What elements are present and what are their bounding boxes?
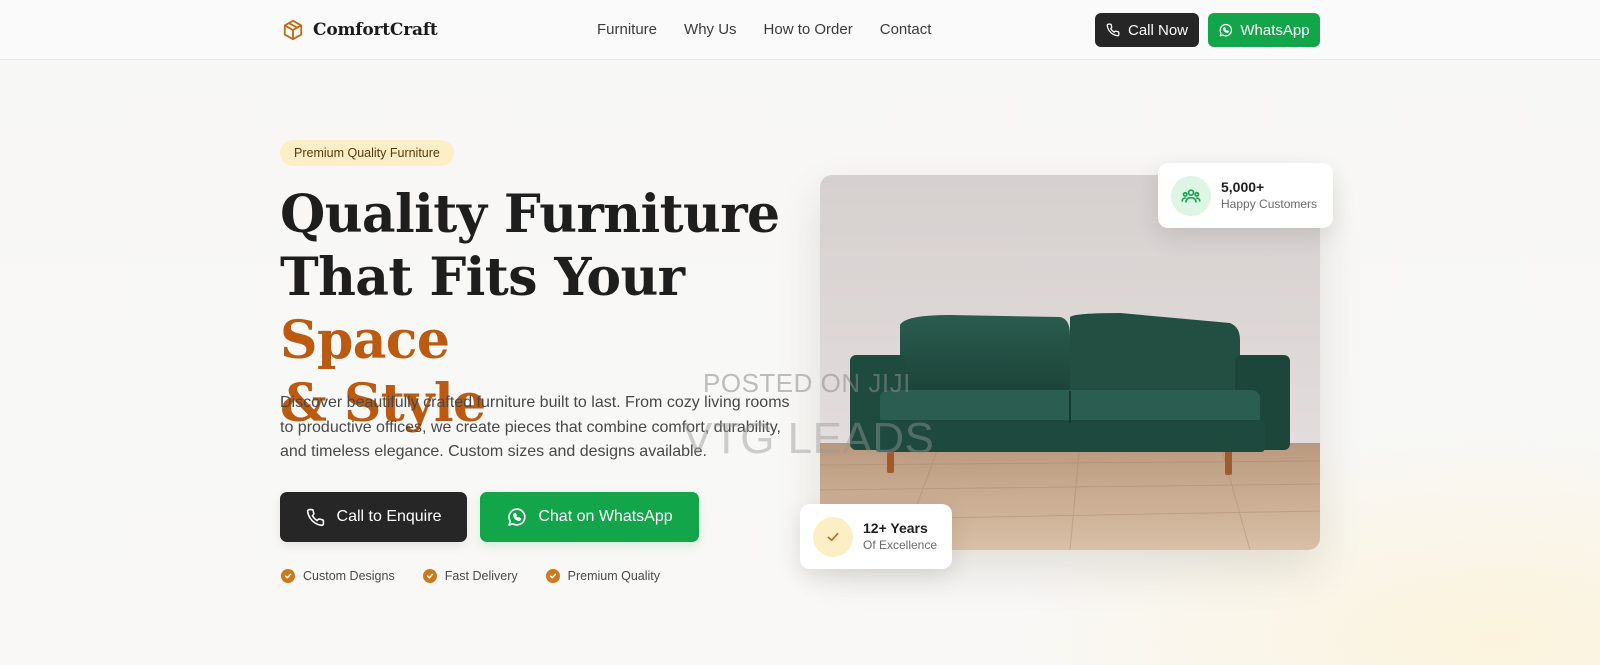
nav-link-contact[interactable]: Contact bbox=[880, 21, 932, 38]
brand-name: ComfortCraft bbox=[313, 20, 438, 40]
years-value: 12+ Years bbox=[863, 520, 928, 536]
whatsapp-nav-button[interactable]: WhatsApp bbox=[1208, 13, 1320, 47]
premium-badge: Premium Quality Furniture bbox=[280, 140, 454, 166]
feature-label: Custom Designs bbox=[303, 569, 395, 583]
call-now-label: Call Now bbox=[1127, 21, 1188, 39]
sofa-illustration bbox=[820, 175, 1320, 550]
happy-customers-card: 5,000+ Happy Customers bbox=[1158, 163, 1333, 228]
whatsapp-icon bbox=[508, 507, 526, 526]
nav-link-furniture[interactable]: Furniture bbox=[597, 21, 657, 38]
check-circle-icon bbox=[545, 569, 560, 583]
users-icon bbox=[1171, 175, 1211, 216]
feature-label: Premium Quality bbox=[567, 569, 661, 583]
years-text: 12+ Years Of Excellence bbox=[863, 519, 937, 554]
phone-icon bbox=[1106, 23, 1120, 37]
customers-value: 5,000+ bbox=[1221, 179, 1265, 195]
whatsapp-icon bbox=[1219, 23, 1233, 36]
headline-accent-space: Space bbox=[280, 310, 450, 371]
feature-list: Custom Designs Fast Delivery Premium Qua… bbox=[281, 569, 660, 583]
phone-icon bbox=[306, 508, 324, 526]
headline-line2: That Fits Your bbox=[280, 247, 685, 308]
headline-line1: Quality Furniture bbox=[280, 184, 780, 245]
feature-label: Fast Delivery bbox=[444, 569, 518, 583]
chat-on-whatsapp-button[interactable]: Chat on WhatsApp bbox=[480, 492, 699, 542]
nav-link-how-to-order[interactable]: How to Order bbox=[764, 21, 853, 38]
check-circle-icon bbox=[281, 569, 295, 583]
brand-logo[interactable]: ComfortCraft bbox=[282, 18, 438, 42]
nav-link-why-us[interactable]: Why Us bbox=[684, 21, 737, 38]
customers-label: Happy Customers bbox=[1221, 197, 1318, 211]
box-icon bbox=[283, 19, 303, 41]
top-navbar: ComfortCraft Furniture Why Us How to Ord… bbox=[0, 0, 1600, 60]
whatsapp-nav-label: WhatsApp bbox=[1240, 21, 1310, 39]
feature-custom-designs: Custom Designs bbox=[281, 569, 395, 583]
chat-on-whatsapp-label: Chat on WhatsApp bbox=[538, 508, 673, 525]
feature-fast-delivery: Fast Delivery bbox=[422, 569, 518, 583]
hero-description: Discover beautifully crafted furniture b… bbox=[280, 394, 790, 460]
call-to-enquire-button[interactable]: Call to Enquire bbox=[280, 492, 467, 542]
sofa-hero-image bbox=[820, 175, 1320, 550]
years-excellence-card: 12+ Years Of Excellence bbox=[800, 504, 952, 569]
call-to-enquire-label: Call to Enquire bbox=[336, 508, 442, 525]
call-now-button[interactable]: Call Now bbox=[1095, 13, 1199, 47]
check-circle-icon bbox=[422, 569, 437, 583]
main-nav: Furniture Why Us How to Order Contact bbox=[597, 21, 931, 38]
check-icon bbox=[813, 516, 853, 557]
customers-text: 5,000+ Happy Customers bbox=[1221, 178, 1317, 213]
feature-premium-quality: Premium Quality bbox=[545, 569, 661, 583]
years-label: Of Excellence bbox=[863, 538, 938, 552]
